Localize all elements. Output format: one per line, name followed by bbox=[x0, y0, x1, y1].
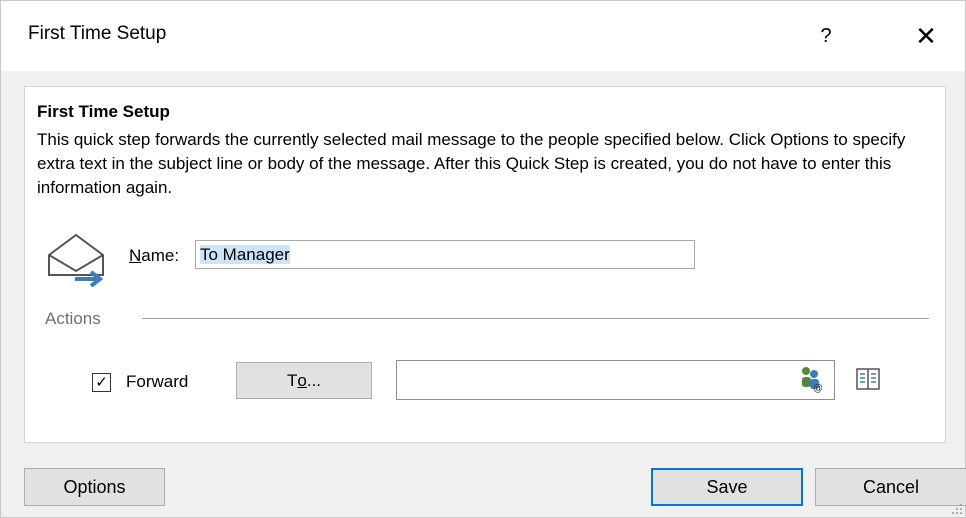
name-input[interactable]: To Manager bbox=[195, 240, 695, 269]
actions-section-label: Actions bbox=[45, 309, 101, 328]
to-button[interactable]: To... bbox=[236, 362, 372, 399]
check-names-icon[interactable]: @ bbox=[800, 365, 822, 393]
setup-panel: First Time Setup This quick step forward… bbox=[24, 86, 946, 443]
name-label: Name: bbox=[129, 246, 180, 265]
window-title: First Time Setup bbox=[28, 23, 167, 44]
forward-label[interactable]: Forward bbox=[126, 372, 188, 392]
first-time-setup-dialog: First Time Setup ? ✕ First Time Setup Th… bbox=[0, 0, 966, 518]
options-button[interactable]: Options bbox=[24, 468, 165, 506]
cancel-button[interactable]: Cancel bbox=[815, 468, 966, 506]
actions-divider bbox=[142, 318, 929, 319]
help-button[interactable]: ? bbox=[801, 11, 851, 61]
panel-heading: First Time Setup bbox=[37, 102, 170, 121]
address-book-icon[interactable] bbox=[856, 367, 880, 391]
svg-text:@: @ bbox=[813, 383, 822, 393]
title-bar[interactable]: First Time Setup ? ✕ bbox=[1, 1, 965, 71]
to-recipients-input[interactable] bbox=[396, 360, 835, 400]
resize-grip-icon[interactable] bbox=[951, 503, 963, 515]
panel-description: This quick step forwards the currently s… bbox=[37, 130, 906, 197]
forward-checkbox[interactable]: ✓ bbox=[92, 373, 111, 392]
close-button[interactable]: ✕ bbox=[901, 11, 951, 61]
save-button[interactable]: Save bbox=[651, 468, 803, 506]
name-value: To Manager bbox=[200, 245, 290, 264]
envelope-forward-icon bbox=[48, 233, 104, 287]
